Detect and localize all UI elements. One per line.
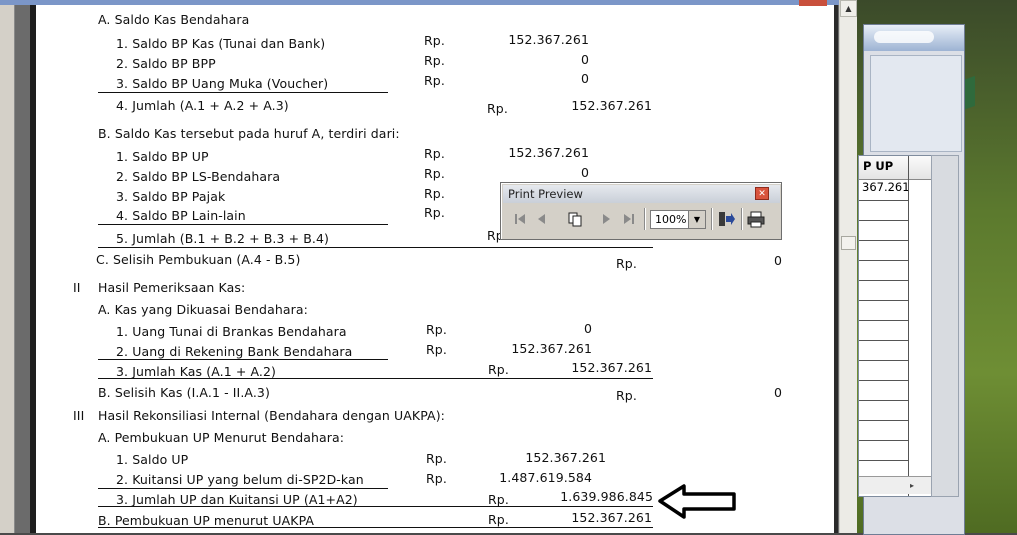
print-preview-toolbar[interactable]: Print Preview ✕ 100% ▼ — [500, 182, 782, 240]
window-close-button[interactable] — [799, 0, 827, 6]
row-value: 0 — [580, 71, 589, 86]
row-currency: Rp. — [424, 186, 445, 201]
row-label: 1. Saldo UP — [116, 452, 189, 467]
row-currency: Rp. — [488, 492, 509, 507]
section-iii-heading: Hasil Rekonsiliasi Internal (Bendahara d… — [98, 408, 445, 423]
zoom-value: 100% — [655, 213, 687, 226]
background-data-grid[interactable]: P UP 367.261 ▸ — [858, 155, 933, 497]
row-value: 0 — [773, 385, 782, 400]
scroll-thumb[interactable] — [841, 236, 856, 250]
preview-viewport: A. Saldo Kas Bendahara 1. Saldo BP Kas (… — [0, 0, 857, 533]
row-label: 1. Saldo BP Kas (Tunai dan Bank) — [116, 36, 326, 51]
section-heading: A. Pembukuan UP Menurut Bendahara: — [98, 430, 345, 445]
grid-column-header[interactable]: P UP — [859, 156, 932, 180]
section-number: II — [73, 280, 81, 295]
row-currency: Rp. — [424, 73, 445, 88]
prev-page-icon[interactable] — [531, 208, 553, 230]
row-label: B. Pembukuan UP menurut UAKPA — [98, 513, 315, 528]
row-currency: Rp. — [487, 101, 508, 116]
row-value: 152.367.261 — [571, 98, 652, 113]
underline — [98, 488, 388, 489]
row-value: 0 — [583, 321, 592, 336]
close-icon[interactable]: ✕ — [755, 187, 769, 200]
row-label: 2. Uang di Rekening Bank Bendahara — [116, 344, 353, 359]
row-currency: Rp. — [488, 512, 509, 527]
printer-icon[interactable] — [745, 208, 767, 230]
last-page-icon[interactable] — [618, 208, 640, 230]
row-currency: Rp. — [424, 166, 445, 181]
scroll-up-icon[interactable]: ▲ — [840, 0, 857, 17]
exit-icon[interactable] — [715, 208, 737, 230]
row-value: 1.639.986.845 — [560, 489, 653, 504]
row-currency: Rp. — [616, 388, 637, 403]
row-label: 3. Saldo BP Pajak — [116, 189, 226, 204]
background-panel — [870, 55, 962, 152]
report-page: A. Saldo Kas Bendahara 1. Saldo BP Kas (… — [30, 0, 834, 533]
section-number: III — [73, 408, 85, 423]
row-value: 0 — [580, 165, 589, 180]
row-currency: Rp. — [424, 33, 445, 48]
underline — [98, 359, 388, 360]
row-label: 3. Jumlah UP dan Kuitansi UP (A1+A2) — [116, 492, 358, 507]
row-label: B. Selisih Kas (I.A.1 - II.A.3) — [98, 385, 270, 400]
underline — [98, 92, 388, 93]
row-label: 4. Saldo BP Lain-lain — [116, 208, 246, 223]
underline — [98, 224, 388, 225]
row-currency: Rp. — [488, 362, 509, 377]
first-page-icon[interactable] — [509, 208, 531, 230]
row-value: 0 — [773, 253, 782, 268]
row-currency: Rp. — [424, 146, 445, 161]
row-value: 152.367.261 — [571, 510, 652, 525]
section-ii-heading: Hasil Pemeriksaan Kas: — [98, 280, 246, 295]
row-label: 4. Jumlah (A.1 + A.2 + A.3) — [116, 98, 289, 113]
row-value: 152.367.261 — [571, 360, 652, 375]
section-b-heading: B. Saldo Kas tersebut pada huruf A, terd… — [98, 126, 400, 141]
background-window-header — [864, 25, 964, 51]
window-title-bar-edge — [0, 0, 857, 5]
section-a-heading: A. Saldo Kas Bendahara — [98, 12, 250, 27]
grid-horizontal-scrollbar[interactable]: ▸ — [859, 476, 932, 494]
grid-cell[interactable]: 367.261 — [859, 180, 910, 194]
row-label: C. Selisih Pembukuan (A.4 - B.5) — [96, 252, 301, 267]
underline — [98, 506, 653, 507]
row-label: 5. Jumlah (B.1 + B.2 + B.3 + B.4) — [116, 231, 330, 246]
row-value: 152.367.261 — [525, 450, 606, 465]
row-currency: Rp. — [616, 256, 637, 271]
row-label: 1. Uang Tunai di Brankas Bendahara — [116, 324, 347, 339]
row-value: 152.367.261 — [508, 32, 589, 47]
zoom-select[interactable]: 100% ▼ — [650, 210, 706, 229]
row-label: 2. Kuitansi UP yang belum di-SP2D-kan — [116, 472, 364, 487]
multi-page-icon[interactable] — [564, 208, 586, 230]
row-currency: Rp. — [426, 342, 447, 357]
annotation-arrow-icon — [658, 484, 736, 519]
row-label: 3. Saldo BP Uang Muka (Voucher) — [116, 76, 329, 91]
underline — [98, 378, 653, 379]
row-currency: Rp. — [426, 451, 447, 466]
row-value: 152.367.261 — [508, 145, 589, 160]
row-currency: Rp. — [424, 53, 445, 68]
zoom-dropdown-icon[interactable]: ▼ — [688, 211, 705, 228]
underline — [98, 247, 653, 248]
row-value: 0 — [580, 52, 589, 67]
row-currency: Rp. — [426, 471, 447, 486]
row-currency: Rp. — [424, 205, 445, 220]
next-page-icon[interactable] — [595, 208, 617, 230]
row-currency: Rp. — [426, 322, 447, 337]
row-value: 1.487.619.584 — [499, 470, 592, 485]
vertical-scrollbar[interactable]: ▲ — [839, 0, 857, 533]
print-preview-title[interactable]: Print Preview — [503, 185, 780, 203]
row-label: 3. Jumlah Kas (A.1 + A.2) — [116, 364, 277, 379]
row-label: 2. Saldo BP BPP — [116, 56, 216, 71]
underline — [98, 527, 653, 528]
section-heading: A. Kas yang Dikuasai Bendahara: — [98, 302, 308, 317]
left-border — [0, 0, 15, 533]
row-label: 1. Saldo BP UP — [116, 149, 209, 164]
row-label: 2. Saldo BP LS-Bendahara — [116, 169, 281, 184]
background-side-panel — [931, 155, 959, 497]
row-value: 152.367.261 — [511, 341, 592, 356]
